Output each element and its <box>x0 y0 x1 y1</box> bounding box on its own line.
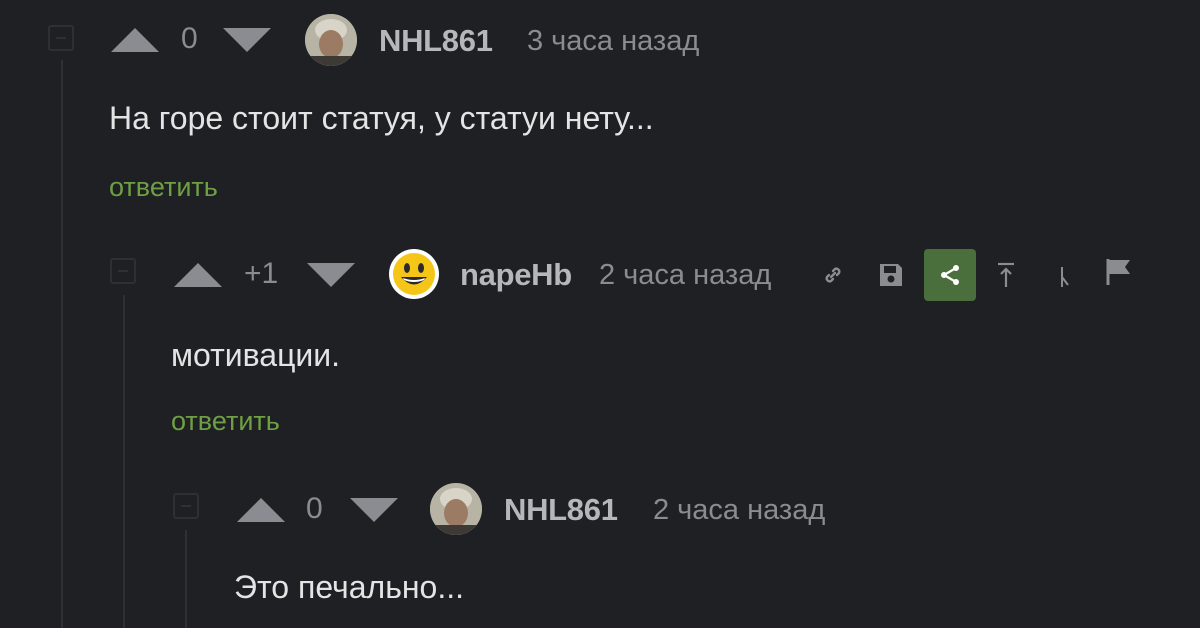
vote-up-button[interactable] <box>174 263 222 287</box>
comment-time[interactable]: 2 часа назад <box>653 496 825 525</box>
comment-author[interactable]: NHL861 <box>504 494 618 525</box>
arrow-up-icon <box>174 263 222 287</box>
comment-text: мотивации. <box>171 337 341 373</box>
vote-down-button[interactable] <box>307 263 355 287</box>
arrow-down-icon <box>350 498 398 522</box>
branch-icon[interactable] <box>1049 260 1079 290</box>
share-icon <box>941 265 959 285</box>
reply-link[interactable]: ответить <box>109 174 218 201</box>
arrow-down-icon <box>223 28 271 52</box>
link-icon[interactable] <box>818 260 848 290</box>
scroll-top-icon[interactable] <box>991 260 1021 290</box>
reply-link[interactable]: ответить <box>171 408 280 435</box>
collapse-toggle[interactable] <box>173 493 199 519</box>
thread-line-level-2 <box>123 295 125 628</box>
comment-author[interactable]: napeHb <box>460 259 572 290</box>
comment-text: На горе стоит статуя, у статуи нету... <box>109 100 654 136</box>
thread-line-level-1 <box>61 60 63 628</box>
avatar[interactable] <box>430 483 482 535</box>
user-photo-icon <box>305 14 357 66</box>
collapse-toggle[interactable] <box>110 258 136 284</box>
arrow-up-icon <box>111 28 159 52</box>
comment-author[interactable]: NHL861 <box>379 25 493 56</box>
report-flag-icon[interactable] <box>1104 257 1134 287</box>
avatar[interactable] <box>305 14 357 66</box>
comment-time[interactable]: 2 часа назад <box>599 261 771 290</box>
share-button[interactable] <box>924 249 976 301</box>
user-photo-icon <box>430 483 482 535</box>
comment-rating: 0 <box>306 492 323 525</box>
comment-time[interactable]: 3 часа назад <box>527 27 699 56</box>
smiley-face-icon <box>389 249 439 299</box>
collapse-toggle[interactable] <box>48 25 74 51</box>
thread-line-level-3 <box>185 530 187 628</box>
avatar[interactable] <box>388 248 440 300</box>
save-icon[interactable] <box>876 260 906 290</box>
comment-rating: +1 <box>244 257 279 290</box>
arrow-down-icon <box>307 263 355 287</box>
vote-up-button[interactable] <box>237 498 285 522</box>
vote-down-button[interactable] <box>350 498 398 522</box>
comment-text: Это печально... <box>234 569 464 605</box>
comment-rating: 0 <box>181 22 198 55</box>
arrow-up-icon <box>237 498 285 522</box>
vote-down-button[interactable] <box>223 28 271 52</box>
vote-up-button[interactable] <box>111 28 159 52</box>
